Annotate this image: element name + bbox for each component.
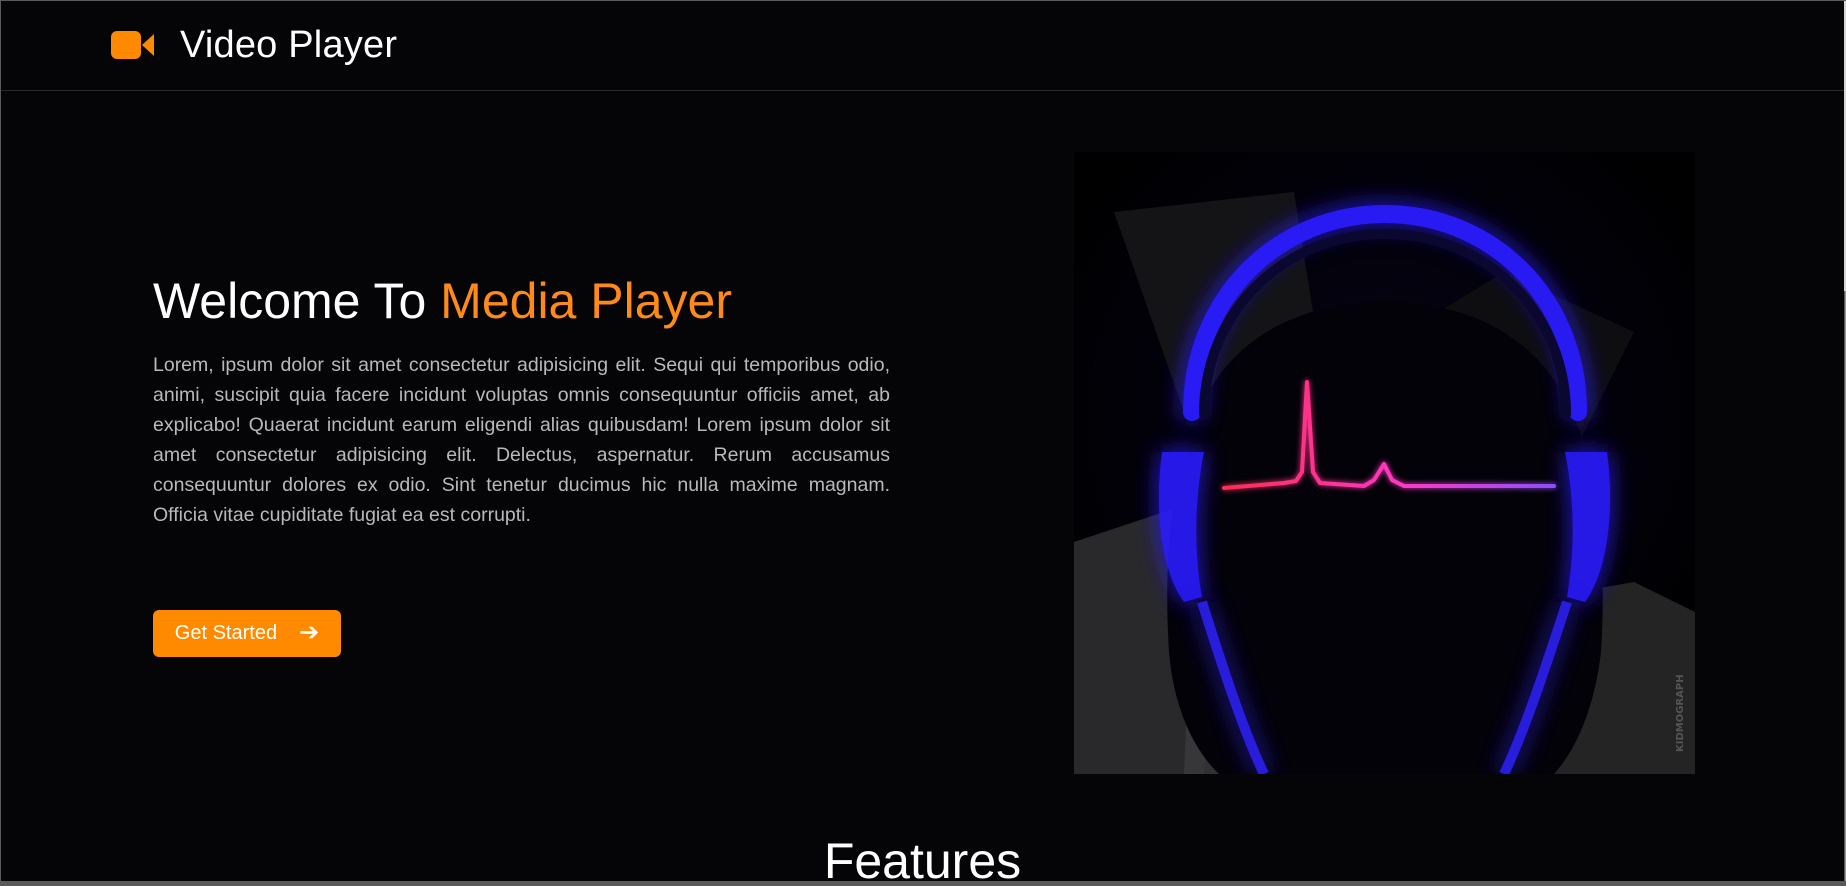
get-started-label: Get Started bbox=[174, 622, 278, 644]
hero-description: Lorem, ipsum dolor sit amet consectetur … bbox=[153, 354, 890, 526]
get-started-button[interactable]: Get Started ➔ bbox=[153, 610, 341, 657]
page: Video Player Welcome To Media Player Lor… bbox=[1, 1, 1844, 881]
hero-title-accent: Media Player bbox=[440, 273, 732, 329]
features-heading: Features bbox=[823, 833, 1022, 881]
navbar: Video Player bbox=[1, 1, 1844, 91]
arrow-right-icon: ➔ bbox=[299, 618, 320, 646]
image-watermark: KIDMOGRAPH bbox=[1675, 674, 1686, 752]
hero-title: Welcome To Media Player bbox=[153, 269, 732, 333]
brand-link[interactable]: Video Player bbox=[111, 19, 397, 71]
headphones-illustration: KIDMOGRAPH bbox=[1074, 152, 1695, 774]
brand-title: Video Player bbox=[180, 24, 398, 66]
hero-title-prefix: Welcome To bbox=[153, 273, 441, 329]
video-camera-icon bbox=[111, 31, 154, 59]
hero-image-headphones: KIDMOGRAPH bbox=[1074, 152, 1695, 774]
